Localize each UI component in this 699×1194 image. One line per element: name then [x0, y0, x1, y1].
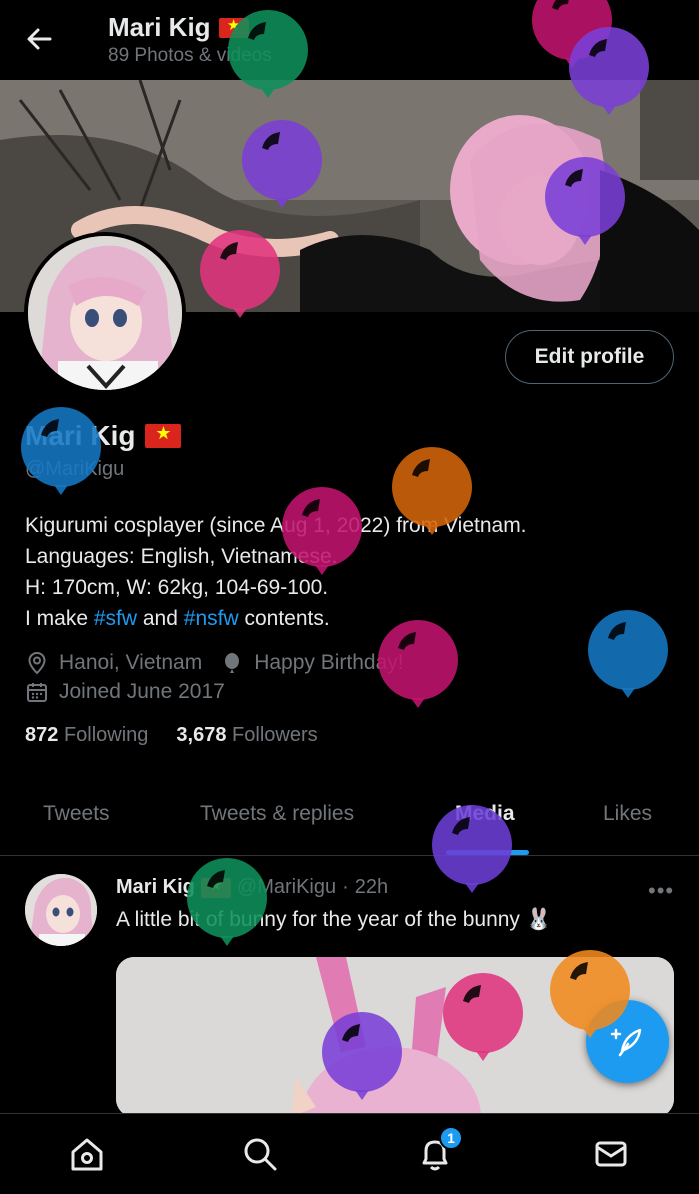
nav-home-button[interactable]	[67, 1134, 107, 1174]
balloon-icon	[187, 858, 267, 963]
birthday-item: Happy Birthday!	[220, 651, 404, 675]
notification-badge: 1	[439, 1126, 463, 1150]
nav-search-button[interactable]	[240, 1134, 280, 1174]
profile-avatar[interactable]	[24, 232, 186, 394]
bio-text: and	[137, 607, 184, 630]
joined-item: Joined June 2017	[25, 680, 225, 704]
balloon-icon	[200, 230, 280, 335]
vietnam-flag-icon	[145, 423, 182, 448]
balloon-icon	[378, 620, 458, 725]
search-icon	[244, 1138, 277, 1171]
tab-tweets-replies[interactable]: Tweets & replies	[200, 802, 354, 826]
edit-profile-button[interactable]: Edit profile	[505, 330, 674, 384]
calendar-icon	[27, 682, 47, 702]
home-icon	[71, 1138, 103, 1171]
balloon-icon	[225, 652, 240, 673]
back-button[interactable]	[24, 24, 54, 54]
balloon-icon	[443, 973, 523, 1078]
followers-label: Followers	[232, 724, 318, 746]
bio-line: I make #sfw and #nsfw contents.	[25, 603, 675, 634]
more-options-icon[interactable]: •••	[648, 878, 674, 904]
location-text: Hanoi, Vietnam	[59, 650, 203, 674]
following-link[interactable]: 872 Following	[25, 724, 148, 747]
tab-tweets[interactable]: Tweets	[43, 802, 110, 826]
arrow-left-icon	[27, 28, 52, 50]
balloon-icon	[392, 447, 472, 552]
nav-messages-button[interactable]	[591, 1134, 631, 1174]
location-pin-icon	[28, 651, 46, 674]
bottom-navigation	[0, 1113, 699, 1194]
tweet-avatar[interactable]	[25, 874, 97, 946]
bio-text: contents.	[238, 607, 330, 630]
profile-meta: Hanoi, Vietnam Happy Birthday! Joined Ju…	[25, 648, 422, 706]
hashtag-link[interactable]: #nsfw	[184, 607, 239, 630]
tweet-text: A little bit of bunny for the year of th…	[116, 908, 552, 931]
hashtag-link[interactable]: #sfw	[94, 607, 137, 630]
tweet-author-name[interactable]: Mari Kig	[116, 876, 195, 899]
balloon-icon	[228, 10, 308, 115]
follow-stats: 872 Following 3,678 Followers	[25, 724, 318, 747]
balloon-icon	[550, 950, 630, 1055]
tweet-time[interactable]: 22h	[355, 876, 388, 899]
followers-link[interactable]: 3,678 Followers	[176, 724, 317, 747]
tweet-separator: ·	[342, 876, 349, 898]
balloon-icon	[21, 407, 101, 512]
profile-tabs: Tweets Tweets & replies Media Likes	[0, 780, 699, 856]
location-item: Hanoi, Vietnam	[25, 651, 202, 675]
balloon-icon	[432, 805, 512, 910]
balloon-icon	[282, 487, 362, 592]
balloon-icon	[322, 1012, 402, 1117]
following-count: 872	[25, 724, 59, 746]
bio-text: I make	[25, 607, 94, 630]
balloon-icon	[545, 157, 625, 262]
tab-likes[interactable]: Likes	[603, 802, 652, 826]
followers-count: 3,678	[176, 724, 227, 746]
balloon-icon	[569, 27, 649, 132]
balloon-icon	[588, 610, 668, 715]
balloon-icon	[242, 120, 322, 225]
header-name: Mari Kig	[108, 12, 211, 42]
joined-text: Joined June 2017	[59, 679, 225, 703]
following-label: Following	[63, 724, 149, 746]
mail-icon	[595, 1141, 627, 1167]
